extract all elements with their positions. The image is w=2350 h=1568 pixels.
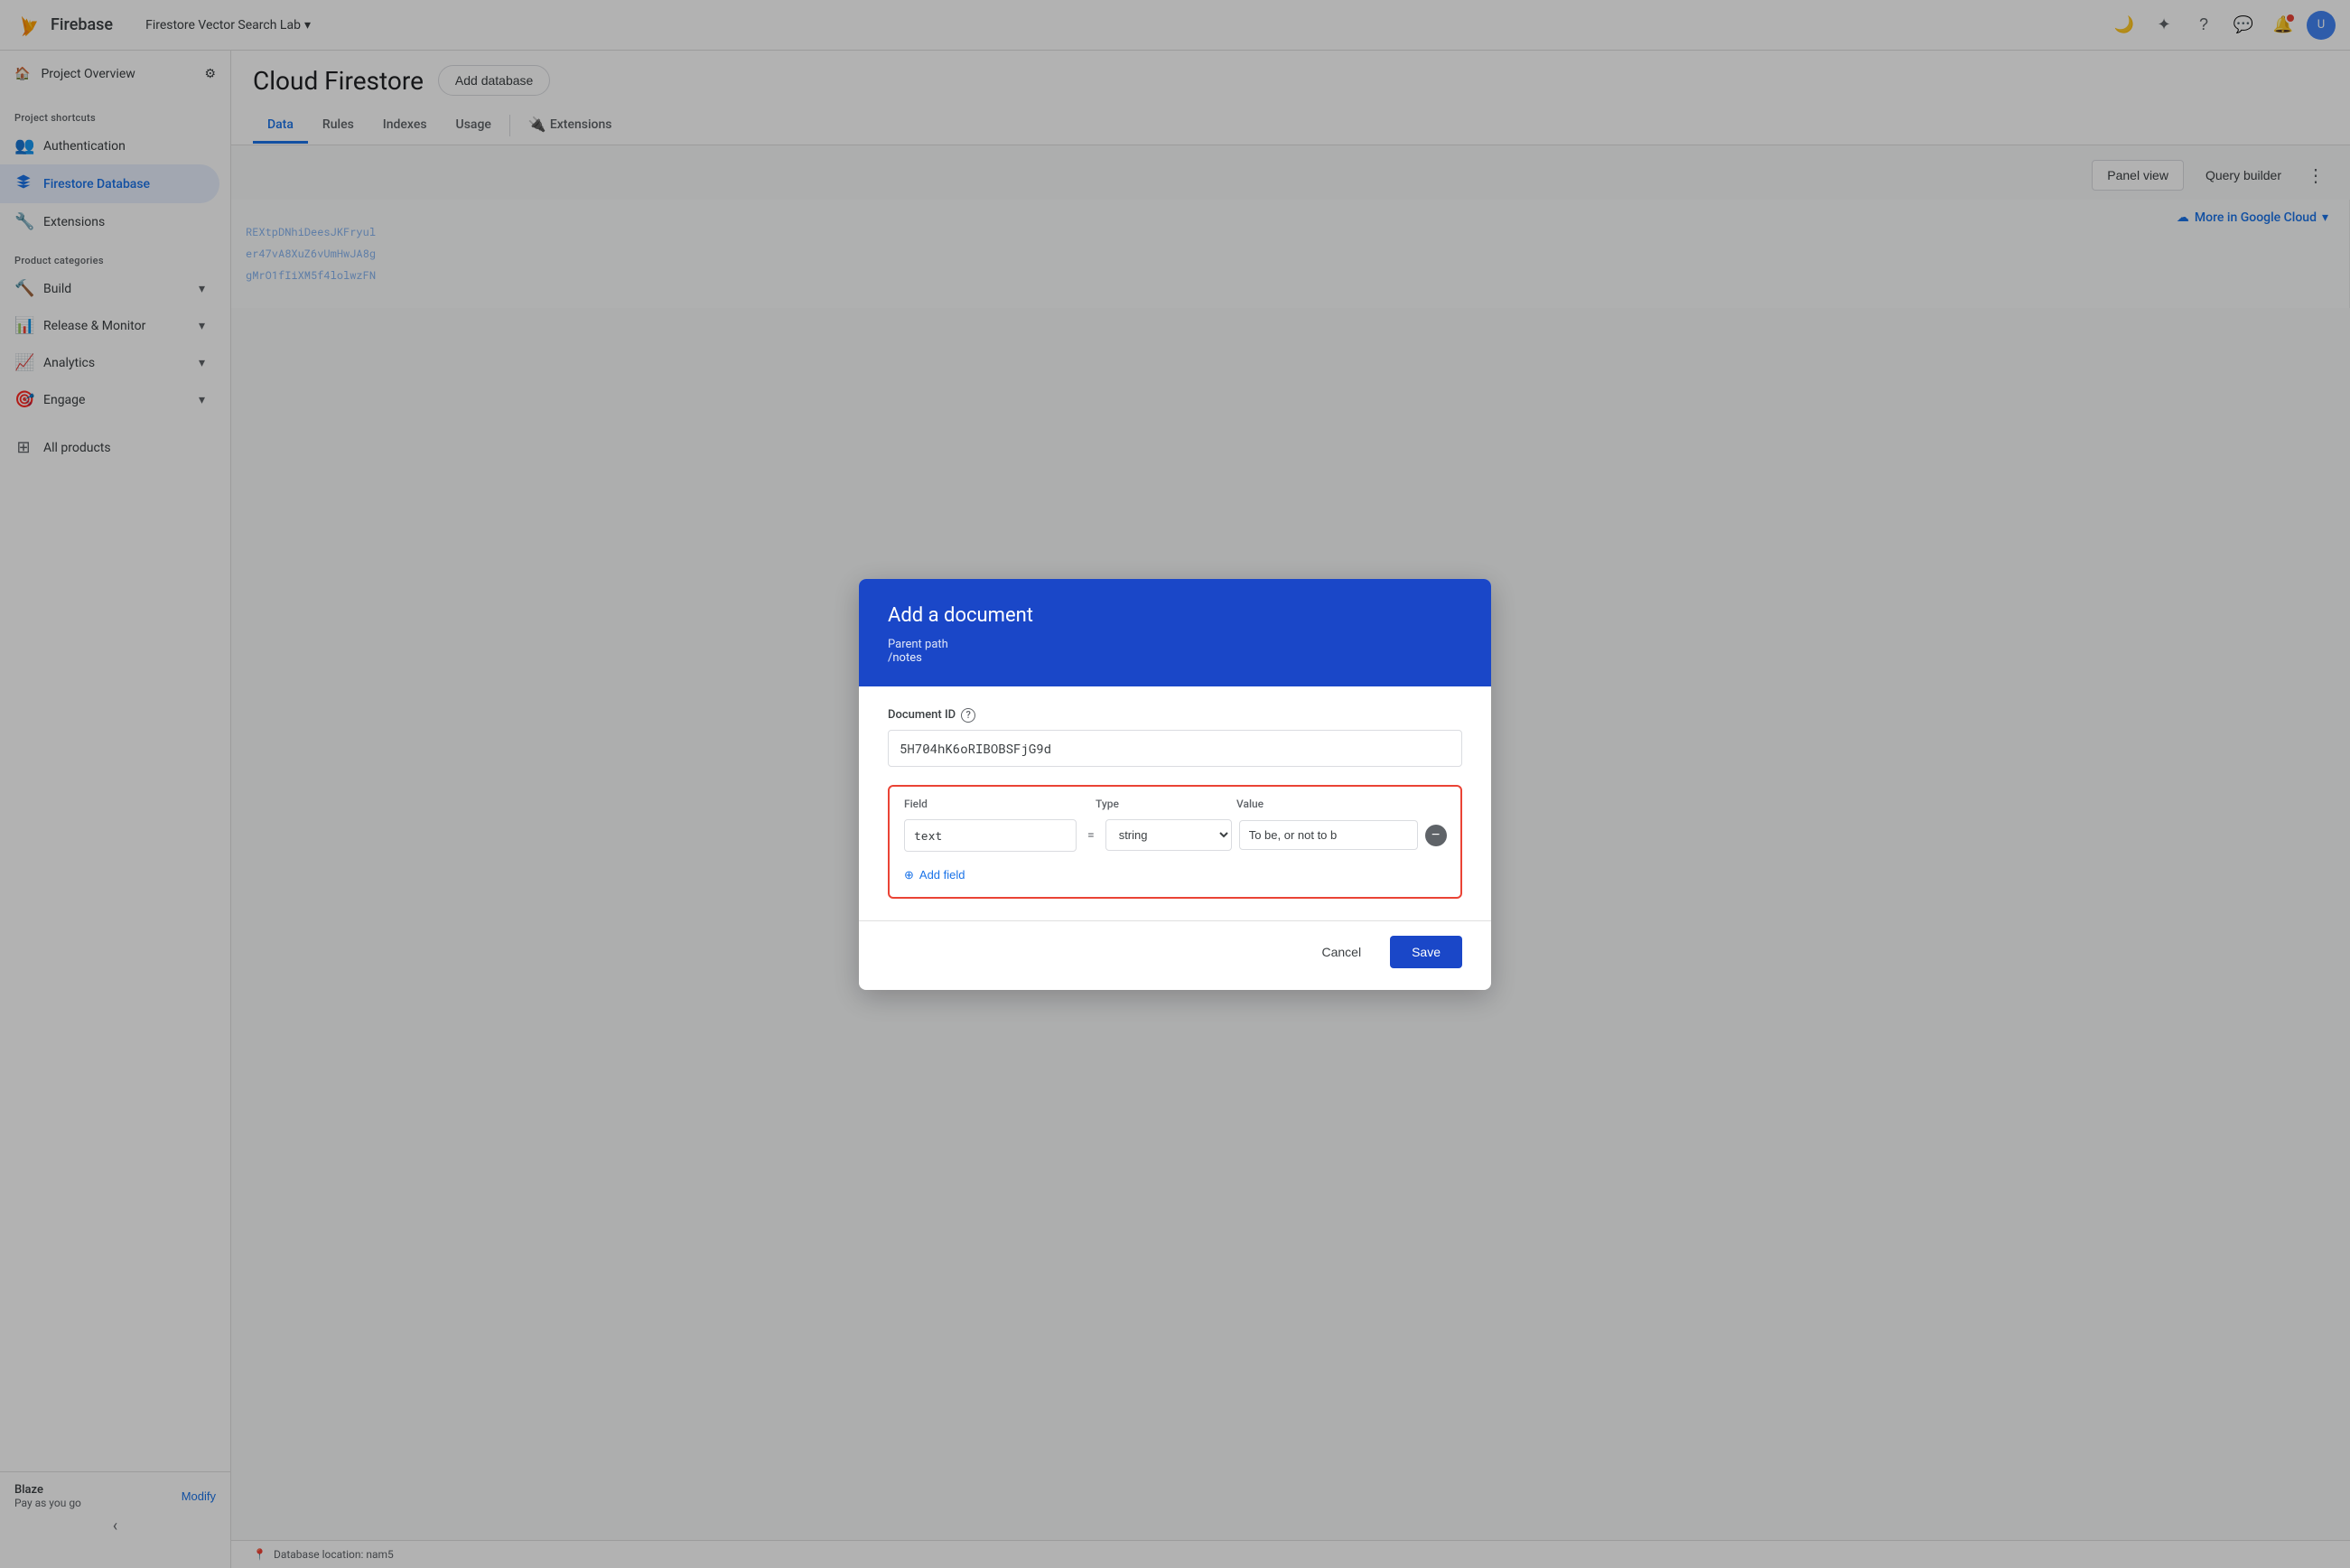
modal-parent-path: /notes bbox=[888, 651, 1462, 665]
add-document-modal: Add a document Parent path /notes Docume… bbox=[859, 579, 1491, 990]
modal-header: Add a document Parent path /notes bbox=[859, 579, 1491, 686]
add-field-icon: ⊕ bbox=[904, 868, 914, 882]
modal-body: Document ID ? Field Type Value = bbox=[859, 686, 1491, 920]
doc-id-label: Document ID ? bbox=[888, 708, 1462, 723]
document-id-input[interactable] bbox=[888, 730, 1462, 767]
remove-field-btn[interactable]: − bbox=[1425, 825, 1447, 846]
field-type-select[interactable]: string number boolean map array null tim… bbox=[1105, 819, 1232, 851]
modal-title: Add a document bbox=[888, 604, 1462, 627]
add-field-button[interactable]: ⊕ Add field bbox=[904, 864, 965, 886]
save-button[interactable]: Save bbox=[1390, 936, 1462, 968]
modal-parent-label: Parent path bbox=[888, 638, 1462, 651]
modal-backdrop[interactable]: Add a document Parent path /notes Docume… bbox=[0, 0, 2350, 1568]
field-row-1: = string number boolean map array null t… bbox=[904, 819, 1446, 852]
fields-header: Field Type Value bbox=[904, 798, 1446, 810]
modal-footer: Cancel Save bbox=[859, 920, 1491, 990]
field-name-input[interactable] bbox=[904, 819, 1077, 852]
doc-id-help-icon[interactable]: ? bbox=[961, 708, 975, 723]
field-equals: = bbox=[1084, 828, 1098, 843]
cancel-button[interactable]: Cancel bbox=[1303, 936, 1379, 968]
field-value-input[interactable] bbox=[1239, 820, 1418, 850]
fields-section: Field Type Value = string number boolean… bbox=[888, 785, 1462, 899]
